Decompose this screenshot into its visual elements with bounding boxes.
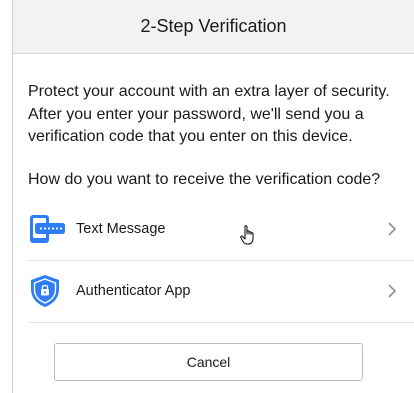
shield-lock-icon: [28, 274, 66, 308]
dialog-title: 2-Step Verification: [140, 16, 287, 36]
phone-sms-icon: [28, 212, 66, 246]
verification-options: Text Message Authenticator App: [28, 199, 414, 323]
option-label-text-message: Text Message: [76, 221, 166, 237]
question-text: How do you want to receive the verificat…: [28, 170, 381, 188]
intro-text: Protect your account with an extra layer…: [28, 83, 390, 145]
option-text-message[interactable]: Text Message: [28, 199, 414, 261]
dialog-content: Protect your account with an extra layer…: [13, 81, 414, 323]
verification-dialog: 2-Step Verification Protect your account…: [12, 0, 414, 393]
chevron-right-icon: [388, 222, 397, 236]
dialog-footer: Cancel: [13, 323, 414, 381]
option-authenticator-app[interactable]: Authenticator App: [28, 261, 414, 323]
hand-pointer-icon: [240, 224, 254, 244]
cancel-button[interactable]: Cancel: [54, 342, 363, 381]
dialog-header: 2-Step Verification: [13, 0, 414, 54]
option-label-authenticator-app: Authenticator App: [76, 283, 191, 299]
chevron-right-icon: [388, 284, 397, 298]
